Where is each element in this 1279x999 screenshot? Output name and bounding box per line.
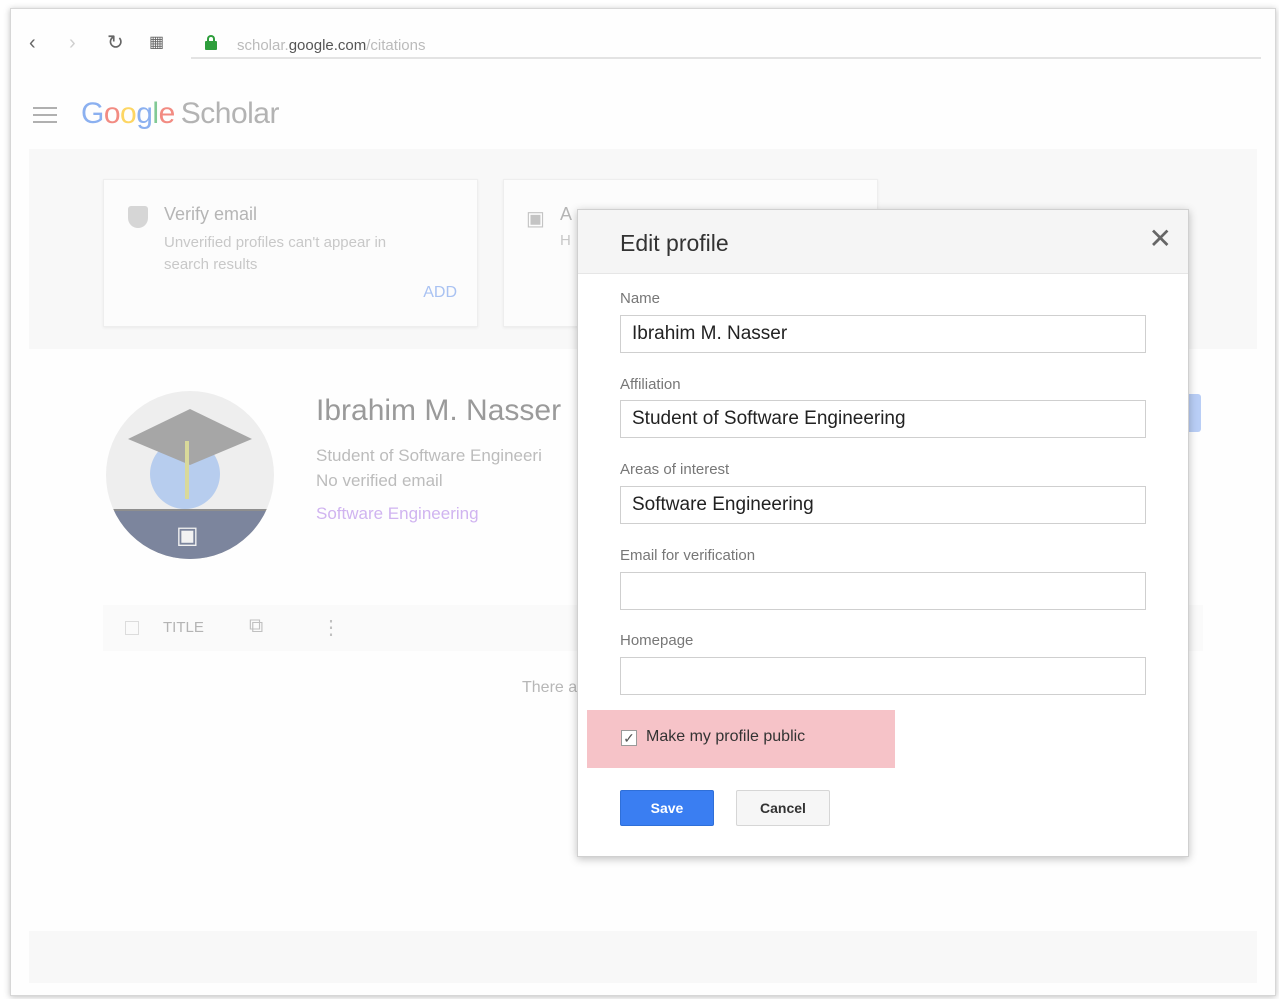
- avatar[interactable]: ▣: [106, 391, 274, 559]
- forward-icon[interactable]: ›: [69, 33, 76, 53]
- affiliation-label: Affiliation: [620, 376, 681, 393]
- profile-email-status: No verified email: [316, 471, 443, 490]
- interests-label: Areas of interest: [620, 461, 730, 478]
- profile-interest-link[interactable]: Software Engineering: [316, 504, 479, 524]
- url-text: scholar.google.com/citations: [237, 37, 426, 54]
- public-profile-checkbox[interactable]: ✓: [621, 730, 637, 746]
- edit-profile-dialog: Edit profile ✕ Name Affiliation Areas of…: [577, 209, 1189, 857]
- interests-field[interactable]: [620, 486, 1146, 524]
- merge-icon[interactable]: ⧉: [249, 615, 263, 638]
- more-options-icon[interactable]: ⋮: [321, 615, 341, 640]
- camera-icon[interactable]: ▣: [176, 521, 199, 550]
- dialog-title: Edit profile: [620, 230, 729, 256]
- name-field[interactable]: [620, 315, 1146, 353]
- empty-articles-message: There a: [522, 679, 578, 696]
- card-title: Verify email: [164, 204, 258, 224]
- homepage-label: Homepage: [620, 632, 694, 649]
- shield-icon: [128, 206, 148, 228]
- reload-icon[interactable]: ↻: [107, 33, 124, 53]
- cancel-button[interactable]: Cancel: [736, 790, 830, 826]
- name-label: Name: [620, 290, 661, 307]
- apps-icon[interactable]: ▦: [149, 33, 164, 53]
- lock-icon: [205, 35, 217, 51]
- email-field[interactable]: [620, 572, 1146, 610]
- add-email-button[interactable]: ADD: [423, 284, 457, 302]
- email-label: Email for verification: [620, 547, 756, 564]
- back-icon[interactable]: ‹: [29, 33, 36, 53]
- affiliation-field[interactable]: [620, 400, 1146, 438]
- card-description: H: [560, 232, 571, 249]
- save-button[interactable]: Save: [620, 790, 714, 826]
- tassel: [185, 441, 189, 499]
- browser-toolbar: ‹ › ↻ ▦ scholar.google.com/citations: [11, 9, 1275, 71]
- menu-icon[interactable]: [33, 107, 57, 123]
- graduation-cap-icon: [128, 409, 252, 465]
- browser-window: ‹ › ↻ ▦ scholar.google.com/citations Goo…: [10, 8, 1276, 996]
- profile-affiliation: Student of Software Engineeri: [316, 446, 542, 465]
- card-description: Unverified profiles can't appear in sear…: [164, 234, 387, 273]
- title-column-header[interactable]: TITLE: [163, 619, 204, 636]
- card-title: A: [560, 204, 573, 224]
- scholar-logo[interactable]: Google Scholar: [81, 97, 279, 131]
- camera-icon: ▣: [526, 208, 545, 230]
- verify-email-card: Verify email Unverified profiles can't a…: [103, 179, 478, 327]
- close-icon[interactable]: ✕: [1149, 224, 1172, 254]
- page-footer: [29, 931, 1257, 983]
- address-bar[interactable]: scholar.google.com/citations: [191, 31, 1261, 59]
- public-profile-label[interactable]: Make my profile public: [646, 728, 805, 746]
- profile-name: Ibrahim M. Nasser: [316, 394, 562, 427]
- select-all-checkbox[interactable]: [125, 621, 139, 635]
- homepage-field[interactable]: [620, 657, 1146, 695]
- dialog-header: Edit profile ✕: [578, 210, 1188, 274]
